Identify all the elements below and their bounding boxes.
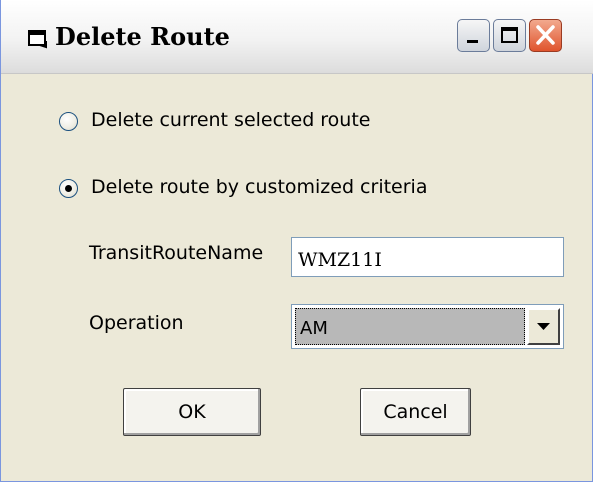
delete-current-label[interactable]: Delete current selected route: [91, 109, 371, 131]
close-icon: [536, 25, 555, 45]
ok-button[interactable]: OK: [123, 388, 261, 436]
delete-route-dialog: Delete Route Delete current selected rou…: [0, 0, 593, 482]
minimize-button[interactable]: [457, 19, 490, 52]
maximize-icon: [501, 27, 518, 43]
cancel-button[interactable]: Cancel: [360, 388, 471, 436]
window-title: Delete Route: [55, 22, 230, 51]
window-app-icon: [28, 30, 47, 49]
delete-by-criteria-radio[interactable]: [59, 179, 78, 198]
route-name-label: TransitRouteName: [89, 242, 264, 264]
maximize-button[interactable]: [493, 19, 526, 52]
route-name-input[interactable]: WMZ11I: [291, 237, 564, 277]
operation-select[interactable]: AM: [291, 304, 564, 349]
title-bar[interactable]: Delete Route: [1, 0, 593, 74]
delete-by-criteria-label[interactable]: Delete route by customized criteria: [91, 176, 427, 198]
delete-current-radio[interactable]: [59, 112, 78, 131]
dropdown-button[interactable]: [527, 308, 560, 345]
close-button[interactable]: [529, 19, 562, 52]
radio-selected-dot: [65, 185, 72, 192]
chevron-down-icon: [537, 323, 550, 330]
minimize-icon: [467, 40, 478, 43]
operation-selected-value[interactable]: AM: [295, 308, 525, 345]
operation-label: Operation: [89, 312, 184, 334]
